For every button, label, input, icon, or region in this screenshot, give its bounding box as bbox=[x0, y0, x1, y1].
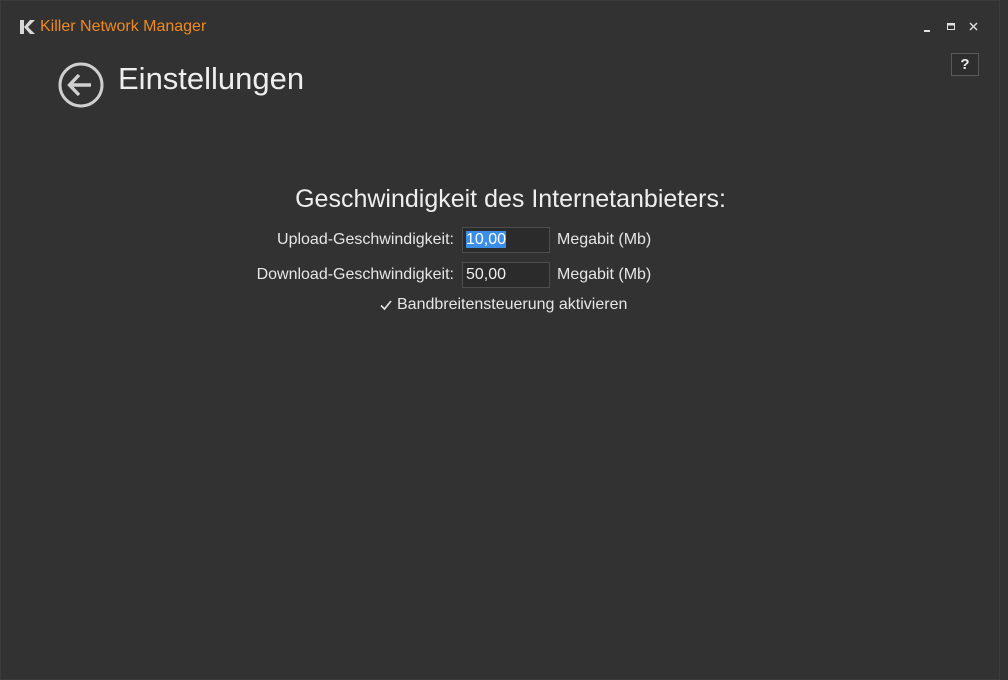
close-button[interactable] bbox=[965, 18, 983, 36]
bandwidth-control-checkbox[interactable]: Bandbreitensteuerung aktivieren bbox=[379, 295, 627, 315]
upload-speed-unit: Megabit (Mb) bbox=[557, 231, 652, 248]
checkbox-box[interactable] bbox=[379, 298, 393, 312]
checkmark-icon bbox=[380, 300, 392, 311]
minimize-button[interactable] bbox=[919, 18, 937, 36]
help-button[interactable]: ? bbox=[951, 53, 979, 76]
title-bar[interactable]: Killer Network Manager bbox=[1, 1, 999, 51]
bandwidth-control-label: Bandbreitensteuerung aktivieren bbox=[397, 296, 628, 313]
section-heading: Geschwindigkeit des Internetanbieters: bbox=[295, 185, 726, 213]
download-speed-label: Download-Geschwindigkeit: bbox=[256, 266, 454, 283]
maximize-icon bbox=[947, 23, 955, 30]
app-window: Killer Network Manager ? Einstellungen G… bbox=[0, 0, 1000, 680]
app-title: Killer Network Manager bbox=[40, 18, 207, 35]
killer-k-logo-icon bbox=[20, 20, 35, 34]
download-speed-unit: Megabit (Mb) bbox=[557, 266, 652, 283]
back-button[interactable] bbox=[57, 62, 105, 110]
minimize-icon bbox=[924, 30, 930, 32]
maximize-button[interactable] bbox=[942, 18, 960, 36]
upload-speed-label: Upload-Geschwindigkeit: bbox=[277, 231, 454, 248]
upload-speed-input[interactable]: 10,00 bbox=[462, 227, 550, 253]
download-speed-input[interactable]: 50,00 bbox=[462, 262, 550, 288]
upload-speed-value: 10,00 bbox=[466, 231, 507, 248]
back-arrow-circle-icon bbox=[58, 62, 104, 108]
page-title: Einstellungen bbox=[118, 61, 305, 96]
download-speed-value: 50,00 bbox=[466, 266, 507, 283]
close-icon bbox=[969, 22, 978, 31]
